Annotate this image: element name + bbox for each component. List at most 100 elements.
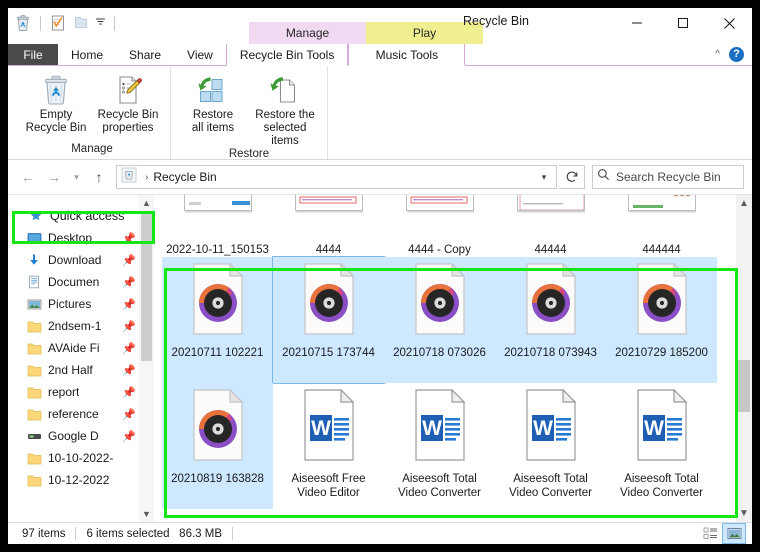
list-item[interactable]: 2022-10-11_150153: [162, 195, 273, 257]
list-item[interactable]: 44444: [495, 195, 606, 257]
chevron-up-icon[interactable]: ^: [715, 49, 720, 60]
qat-separator-1: [40, 15, 41, 31]
restore-selected-items-button[interactable]: Restore the selected items: [249, 70, 321, 148]
sidebar-item-report[interactable]: report 📌: [8, 381, 154, 403]
list-item[interactable]: 4444: [273, 195, 384, 257]
sidebar-item-reference[interactable]: reference 📌: [8, 403, 154, 425]
pin-icon[interactable]: 📌: [122, 298, 136, 311]
documents-icon: [26, 274, 42, 290]
file-list-scrollbar-thumb[interactable]: [738, 360, 750, 412]
svg-text:W: W: [311, 417, 331, 440]
restore-all-items-button[interactable]: Restore all items: [177, 70, 249, 135]
sidebar-item-10-10-2022[interactable]: 10-10-2022-: [8, 447, 154, 469]
list-item[interactable]: 20210718 073943: [495, 257, 606, 383]
sidebar-item-10-12-2022[interactable]: 10-12-2022: [8, 469, 154, 491]
list-item[interactable]: W Aiseesoft Total Video Converter: [384, 383, 495, 509]
tab-music-tools[interactable]: Music Tools: [348, 44, 466, 66]
breadcrumb-path[interactable]: Recycle Bin: [153, 170, 216, 184]
ribbon-tab-strip-right: ^ ?: [715, 44, 752, 65]
details-view-button[interactable]: [699, 524, 721, 543]
navigation-scrollbar[interactable]: ▲ ▼: [139, 195, 154, 522]
list-item[interactable]: W Aiseesoft Free Video Editor: [273, 383, 384, 509]
close-button[interactable]: [706, 8, 752, 38]
properties-icon[interactable]: [49, 14, 67, 32]
list-item-label: 2022-10-11_150153: [166, 244, 269, 256]
tab-file[interactable]: File: [8, 44, 58, 65]
file-list-scrollbar[interactable]: ▲ ▼: [736, 195, 752, 522]
up-button[interactable]: ↑: [87, 165, 111, 189]
sidebar-item-downloads-label: Download: [48, 253, 102, 267]
scroll-up-icon[interactable]: ▲: [739, 195, 749, 212]
tab-recycle-bin-tools[interactable]: Recycle Bin Tools: [225, 44, 349, 66]
customize-dropdown-icon[interactable]: [95, 14, 106, 32]
maximize-button[interactable]: [660, 8, 706, 38]
breadcrumb[interactable]: › Recycle Bin ▾: [116, 165, 557, 189]
ribbon-group-manage-label: Manage: [71, 143, 113, 155]
scroll-down-icon[interactable]: ▼: [739, 505, 749, 522]
tab-share[interactable]: Share: [116, 44, 174, 65]
minimize-button[interactable]: [614, 8, 660, 38]
restore-all-items-icon: [197, 73, 229, 107]
scroll-up-icon[interactable]: ▲: [142, 195, 151, 211]
folder-icon[interactable]: [72, 14, 90, 32]
pin-icon[interactable]: 📌: [122, 276, 136, 289]
empty-recycle-bin-label-line1: Empty: [39, 109, 73, 121]
sidebar-item-desktop[interactable]: Desktop 📌: [8, 227, 154, 249]
file-list-pane[interactable]: 2022-10-11_150153 4444 4444 - Copy 44444…: [154, 195, 752, 522]
large-icons-view-button[interactable]: [722, 523, 746, 544]
recycle-bin-properties-button[interactable]: Recycle Bin properties: [92, 70, 164, 135]
list-item[interactable]: 4444 - Copy: [384, 195, 495, 257]
empty-recycle-bin-button[interactable]: Empty Recycle Bin: [20, 70, 92, 135]
pin-icon[interactable]: 📌: [122, 232, 136, 245]
recycle-bin-icon[interactable]: [14, 14, 32, 32]
pin-icon[interactable]: 📌: [122, 254, 136, 267]
list-item[interactable]: 20210729 185200: [606, 257, 717, 383]
screenshot-thumbnail: [405, 195, 474, 241]
list-item[interactable]: 444444: [606, 195, 717, 257]
pin-icon[interactable]: 📌: [122, 386, 136, 399]
word-document-icon: W: [294, 389, 364, 469]
sidebar-item-2nd-half[interactable]: 2nd Half 📌: [8, 359, 154, 381]
ribbon-group-restore: Restore all items Restore the selected i…: [171, 66, 328, 160]
contextual-group-manage[interactable]: Manage: [249, 22, 366, 44]
list-item[interactable]: 20210711 102221: [162, 257, 273, 383]
sidebar-item-quick-access[interactable]: Quick access: [8, 205, 154, 227]
pin-icon[interactable]: 📌: [122, 342, 136, 355]
recycle-bin-properties-label-line1: Recycle Bin: [97, 109, 159, 121]
pin-icon[interactable]: 📌: [122, 408, 136, 421]
empty-recycle-bin-label: Empty Recycle Bin: [26, 109, 87, 135]
sidebar-item-downloads[interactable]: Download 📌: [8, 249, 154, 271]
pin-icon[interactable]: 📌: [122, 364, 136, 377]
pin-icon[interactable]: 📌: [122, 320, 136, 333]
list-item[interactable]: 20210819 163828: [162, 383, 273, 509]
refresh-button[interactable]: [559, 165, 585, 189]
list-item[interactable]: W Aiseesoft Total Video Converter: [606, 383, 717, 509]
svg-text:W: W: [644, 417, 664, 440]
chevron-down-icon[interactable]: ▾: [534, 172, 554, 183]
list-item[interactable]: W Aiseesoft Total Video Converter: [495, 383, 606, 509]
back-button[interactable]: ←: [16, 165, 40, 189]
tab-home[interactable]: Home: [58, 44, 116, 65]
navigation-scrollbar-thumb[interactable]: [141, 211, 152, 361]
list-item[interactable]: 20210718 073026: [384, 257, 495, 383]
search-input[interactable]: Search Recycle Bin: [616, 170, 721, 184]
pin-icon[interactable]: 📌: [122, 430, 136, 443]
search-box[interactable]: Search Recycle Bin: [592, 165, 744, 189]
help-label: ?: [733, 48, 740, 60]
sidebar-item-google-drive[interactable]: Google D 📌: [8, 425, 154, 447]
restore-selected-items-icon: [269, 73, 301, 107]
ribbon-group-manage-items: Empty Recycle Bin Recycle Bin properties: [14, 70, 170, 143]
tab-view[interactable]: View: [174, 44, 226, 65]
list-item-label: 20210729 185200: [615, 347, 708, 359]
forward-button[interactable]: →: [42, 165, 66, 189]
ribbon-group-restore-items: Restore all items Restore the selected i…: [171, 70, 327, 148]
sidebar-item-2ndsem[interactable]: 2ndsem-1 📌: [8, 315, 154, 337]
sidebar-item-documents[interactable]: Documen 📌: [8, 271, 154, 293]
search-icon: [597, 168, 610, 186]
recent-locations-button[interactable]: ▾: [68, 165, 85, 189]
list-item[interactable]: 20210715 173744: [272, 256, 385, 384]
sidebar-item-avaide[interactable]: AVAide Fi 📌: [8, 337, 154, 359]
scroll-down-icon[interactable]: ▼: [142, 506, 151, 522]
help-icon[interactable]: ?: [729, 47, 744, 62]
sidebar-item-pictures[interactable]: Pictures 📌: [8, 293, 154, 315]
